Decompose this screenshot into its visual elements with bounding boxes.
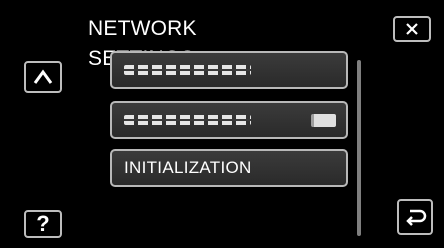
close-button[interactable] bbox=[393, 16, 431, 42]
masked-text bbox=[124, 65, 251, 75]
menu-item-masked-1[interactable] bbox=[110, 51, 348, 89]
close-icon bbox=[406, 23, 418, 35]
return-icon bbox=[406, 209, 427, 226]
masked-value bbox=[311, 114, 336, 127]
page-title: NETWORK SETTINGS bbox=[88, 17, 197, 70]
chevron-up-icon bbox=[33, 69, 53, 84]
menu-item-label: INITIALIZATION bbox=[124, 158, 252, 177]
scroll-up-button[interactable] bbox=[24, 61, 62, 93]
back-button[interactable] bbox=[397, 199, 433, 235]
menu-item-initialization[interactable]: INITIALIZATION bbox=[110, 149, 348, 187]
help-button[interactable]: ? bbox=[24, 210, 62, 238]
scrollbar[interactable] bbox=[357, 60, 361, 236]
menu-item-masked-2[interactable] bbox=[110, 101, 348, 139]
masked-text bbox=[124, 115, 251, 125]
help-label: ? bbox=[36, 211, 50, 236]
